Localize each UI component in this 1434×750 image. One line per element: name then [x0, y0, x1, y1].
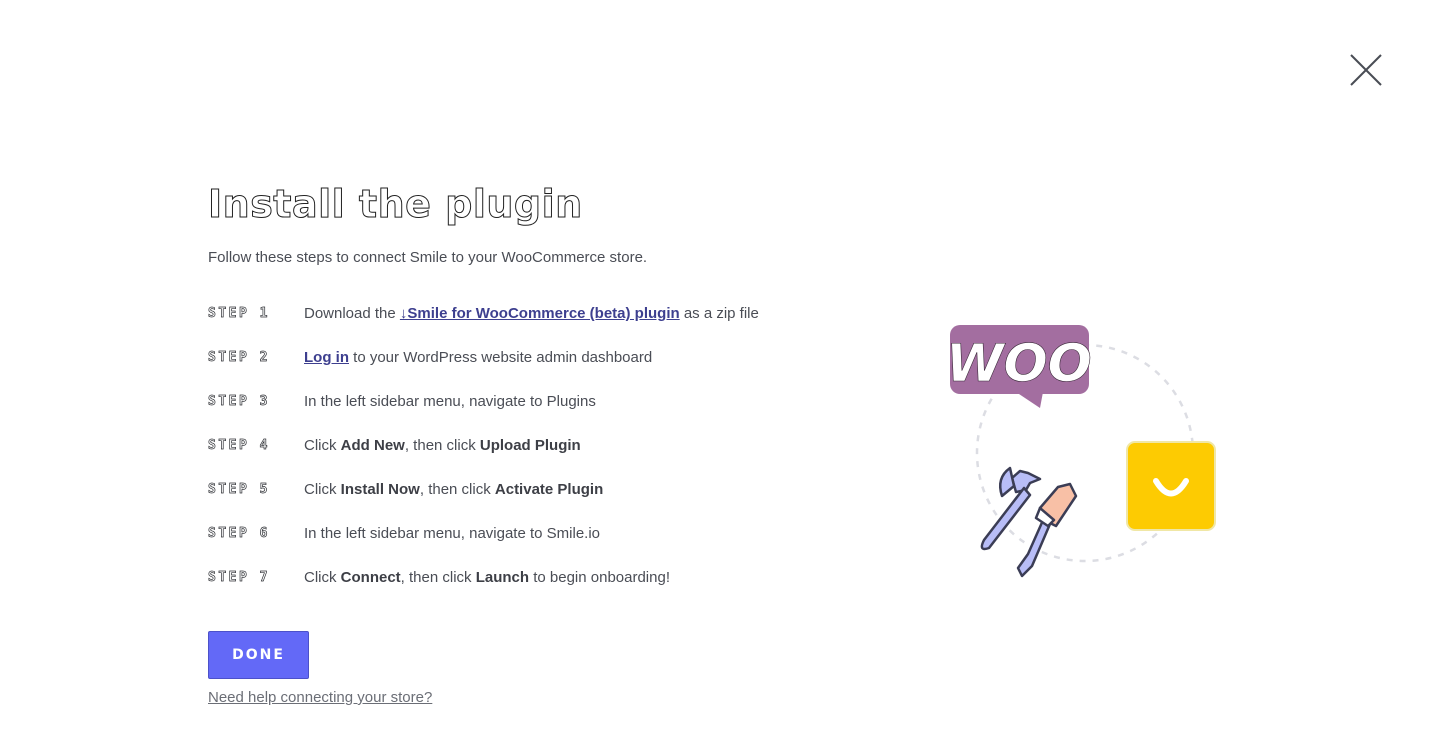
- step-3: STEP 3 In the left sidebar menu, navigat…: [208, 391, 759, 435]
- step-text-part: to begin onboarding!: [529, 569, 670, 586]
- step-text: In the left sidebar menu, navigate to Pl…: [304, 393, 596, 410]
- step-label: STEP 6: [208, 526, 270, 542]
- step-text-part: Click: [304, 437, 341, 454]
- integration-illustration: WOO: [946, 325, 1216, 578]
- woocommerce-logo: WOO: [946, 325, 1092, 408]
- step-6: STEP 6 In the left sidebar menu, navigat…: [208, 523, 759, 567]
- step-label: STEP 1: [208, 306, 270, 322]
- step-text-part: to your WordPress website admin dashboar…: [349, 349, 653, 366]
- step-label: STEP 4: [208, 438, 270, 454]
- step-text-part: , then click: [400, 569, 476, 586]
- step-7: STEP 7 Click Connect, then click Launch …: [208, 567, 759, 611]
- download-plugin-link[interactable]: ↓Smile for WooCommerce (beta) plugin: [400, 305, 680, 322]
- step-2: STEP 2 Log in to your WordPress website …: [208, 347, 759, 391]
- install-plugin-modal: Install the plugin Follow these steps to…: [0, 0, 1434, 750]
- step-label: STEP 7: [208, 570, 270, 586]
- step-text-bold: Install Now: [340, 481, 420, 498]
- smile-logo: [1126, 441, 1216, 531]
- step-text-bold: Connect: [340, 569, 401, 586]
- close-icon: [1350, 54, 1382, 86]
- step-text: Click Connect, then click Launch to begi…: [304, 567, 670, 589]
- modal-title: Install the plugin: [208, 182, 583, 227]
- help-connecting-link[interactable]: Need help connecting your store?: [208, 689, 432, 706]
- log-in-link[interactable]: Log in: [304, 349, 349, 366]
- modal-subtitle: Follow these steps to connect Smile to y…: [208, 249, 648, 266]
- step-text-bold: Add New: [340, 437, 405, 454]
- step-text-bold: Launch: [475, 569, 530, 586]
- step-text-part: as a zip file: [679, 305, 759, 322]
- wrench-icon: [980, 466, 1042, 551]
- step-text: Log in to your WordPress website admin d…: [304, 347, 652, 369]
- step-text: In the left sidebar menu, navigate to Sm…: [304, 525, 601, 542]
- step-label: STEP 5: [208, 482, 270, 498]
- step-text-bold: Upload Plugin: [479, 437, 581, 454]
- step-text: Click Add New, then click Upload Plugin: [304, 435, 581, 457]
- done-button[interactable]: DONE: [208, 631, 309, 679]
- close-button[interactable]: [1346, 50, 1386, 90]
- step-4: STEP 4 Click Add New, then click Upload …: [208, 435, 759, 479]
- step-label: STEP 2: [208, 350, 270, 366]
- step-text-part: Download the: [304, 305, 400, 322]
- step-5: STEP 5 Click Install Now, then click Act…: [208, 479, 759, 523]
- step-text-bold: Activate Plugin: [494, 481, 604, 498]
- step-text: Download the ↓Smile for WooCommerce (bet…: [304, 303, 759, 325]
- steps-list: STEP 1 Download the ↓Smile for WooCommer…: [208, 303, 759, 611]
- step-text-part: , then click: [404, 437, 480, 454]
- step-label: STEP 3: [208, 394, 270, 410]
- step-1: STEP 1 Download the ↓Smile for WooCommer…: [208, 303, 759, 347]
- step-text: Click Install Now, then click Activate P…: [304, 479, 603, 501]
- woo-logo-text: WOO: [946, 334, 1092, 394]
- step-text-part: , then click: [419, 481, 495, 498]
- step-text-part: Click: [304, 481, 341, 498]
- step-text-part: Click: [304, 569, 341, 586]
